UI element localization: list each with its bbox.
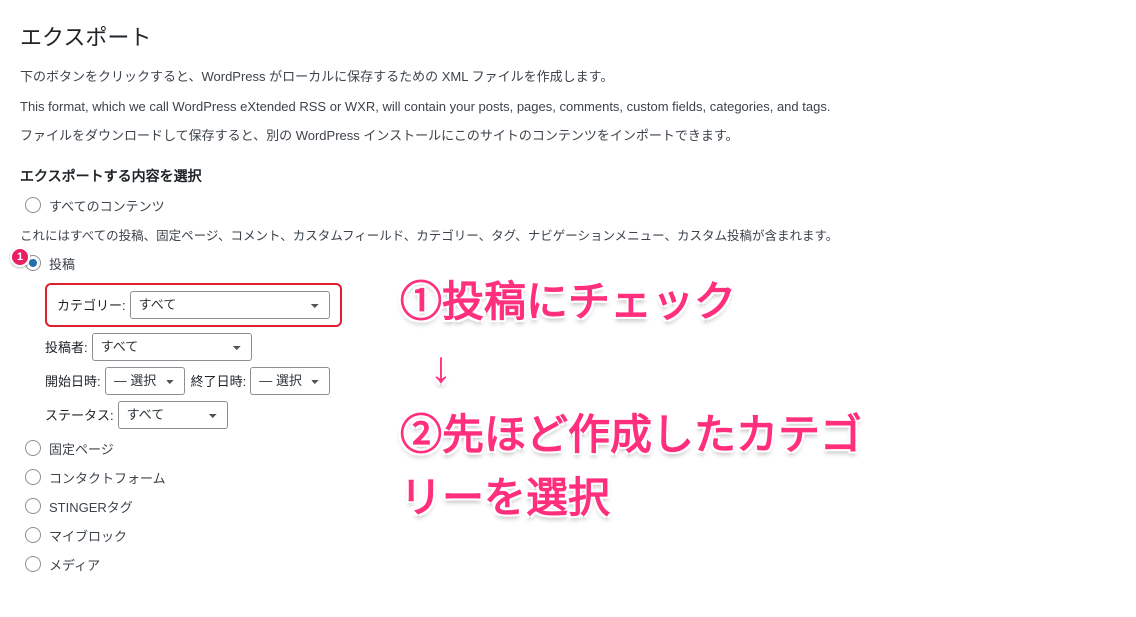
category-highlight: カテゴリー: すべて (45, 283, 342, 327)
annotation-badge: 1 (10, 247, 30, 267)
radio-contact-form[interactable]: コンタクトフォーム (25, 468, 1116, 487)
author-select[interactable]: すべて (92, 333, 252, 361)
section-title: エクスポートする内容を選択 (20, 166, 1116, 186)
radio-contact-label: コンタクトフォーム (49, 468, 166, 487)
description-2: This format, which we call WordPress eXt… (20, 97, 1116, 117)
status-select[interactable]: すべて (118, 401, 228, 429)
radio-media-label: メディア (49, 555, 100, 574)
radio-icon (25, 527, 41, 543)
post-filters: カテゴリー: すべて 投稿者: すべて 開始日時: — 選択 — 終了日時: —… (45, 283, 1116, 429)
category-label: カテゴリー: (57, 295, 126, 314)
status-label: ステータス: (45, 405, 114, 424)
radio-all-content[interactable]: すべてのコンテンツ (25, 196, 1116, 215)
radio-pages[interactable]: 固定ページ (25, 439, 1116, 458)
radio-media[interactable]: メディア (25, 555, 1116, 574)
radio-stinger-label: STINGERタグ (49, 497, 133, 516)
category-select[interactable]: すべて (130, 291, 330, 319)
radio-icon (25, 440, 41, 456)
all-content-note: これにはすべての投稿、固定ページ、コメント、カスタムフィールド、カテゴリー、タグ… (20, 225, 1116, 244)
radio-icon (25, 197, 41, 213)
enddate-select[interactable]: — 選択 — (250, 367, 330, 395)
author-label: 投稿者: (45, 337, 88, 356)
radio-posts-label: 投稿 (49, 254, 75, 273)
radio-icon (25, 498, 41, 514)
radio-icon (25, 469, 41, 485)
radio-pages-label: 固定ページ (49, 439, 114, 458)
radio-stinger-tag[interactable]: STINGERタグ (25, 497, 1116, 516)
startdate-label: 開始日時: (45, 371, 101, 390)
enddate-label: 終了日時: (191, 371, 247, 390)
radio-all-label: すべてのコンテンツ (49, 196, 165, 215)
startdate-select[interactable]: — 選択 — (105, 367, 185, 395)
radio-myblock[interactable]: マイブロック (25, 526, 1116, 545)
radio-myblock-label: マイブロック (49, 526, 127, 545)
radio-icon (25, 556, 41, 572)
radio-posts[interactable]: 投稿 (25, 254, 1116, 273)
page-title: エクスポート (20, 20, 1116, 52)
description-3: ファイルをダウンロードして保存すると、別の WordPress インストールにこ… (20, 126, 1116, 146)
description-1: 下のボタンをクリックすると、WordPress がローカルに保存するための XM… (20, 67, 1116, 87)
